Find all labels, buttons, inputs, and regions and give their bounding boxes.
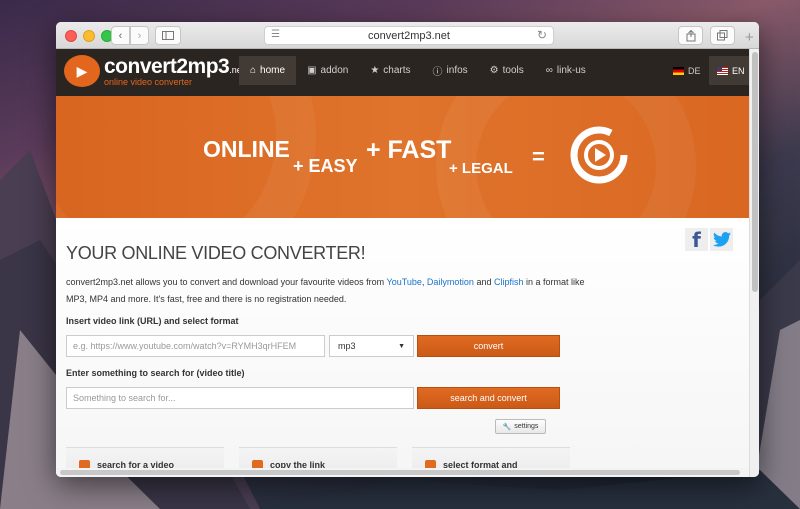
banner-play-logo-icon	[570, 126, 628, 184]
home-icon: ⌂	[250, 65, 257, 76]
site-logo[interactable]: ▶ convert2mp3.net online video converter	[64, 55, 244, 87]
share-icon	[686, 29, 695, 41]
twitter-icon[interactable]	[710, 228, 733, 251]
dropdown-arrow-icon: ▼	[398, 342, 405, 350]
site-navbar: ▶ convert2mp3.net online video converter…	[56, 49, 749, 96]
logo-tagline: online video converter	[104, 76, 193, 87]
convert-button[interactable]: convert	[417, 335, 560, 357]
info-icon: ⓘ	[432, 67, 443, 78]
format-value: mp3	[338, 341, 356, 351]
menu-item-addon[interactable]: ▣ addon	[296, 56, 359, 85]
intro-text: convert2mp3.net allows you to convert an…	[66, 277, 585, 304]
page-title: YOUR ONLINE VIDEO CONVERTER!	[66, 243, 366, 263]
clipfish-link[interactable]: Clipfish	[494, 277, 524, 287]
url-text: convert2mp3.net	[368, 29, 450, 42]
main-content: f YOUR ONLINE VIDEO CONVERTER! convert2m…	[56, 218, 749, 477]
menu-item-link-us[interactable]: ∞ link-us	[535, 56, 597, 85]
social-links: f	[685, 228, 733, 252]
address-bar[interactable]: ☰ convert2mp3.net ↻	[264, 26, 554, 45]
language-en[interactable]: EN	[709, 56, 749, 85]
sidebar-icon	[162, 31, 174, 40]
dailymotion-link[interactable]: Dailymotion	[427, 277, 474, 287]
us-flag-icon	[717, 66, 728, 75]
minimize-window-button[interactable]	[83, 30, 95, 42]
search-and-convert-button[interactable]: search and convert	[417, 387, 560, 409]
browser-window: ‹ › ☰ convert2mp3.net ↻ + ▶ convert2mp3.…	[56, 22, 759, 477]
reload-icon[interactable]: ↻	[537, 28, 547, 42]
youtube-link[interactable]: YouTube	[387, 277, 422, 287]
addon-icon: ▣	[307, 65, 317, 76]
banner-easy: + EASY	[293, 156, 358, 176]
play-logo-icon: ▶	[64, 55, 100, 87]
banner-equals: =	[532, 144, 545, 169]
settings-button[interactable]: 🔧 settings	[495, 419, 546, 434]
search-label: Enter something to search for (video tit…	[66, 368, 245, 378]
horizontal-scroll-thumb[interactable]	[60, 470, 740, 475]
banner-online: ONLINE	[203, 136, 290, 162]
back-button[interactable]: ‹	[111, 26, 130, 45]
menu-item-charts[interactable]: ★ charts	[359, 56, 421, 85]
search-input[interactable]: Something to search for...	[66, 387, 414, 409]
url-label: Insert video link (URL) and select forma…	[66, 316, 239, 326]
banner-legal: + LEGAL	[449, 160, 513, 177]
share-button[interactable]	[678, 26, 703, 45]
facebook-icon[interactable]: f	[685, 228, 708, 252]
tab-overview-button[interactable]	[710, 26, 735, 45]
hero-banner: ONLINE + EASY + FAST + LEGAL =	[56, 96, 749, 218]
vertical-scrollbar[interactable]	[749, 49, 759, 477]
gear-icon: ⚙	[489, 65, 499, 76]
german-flag-icon	[673, 66, 684, 75]
webpage: ▶ convert2mp3.net online video converter…	[56, 49, 749, 477]
horizontal-scrollbar[interactable]	[56, 468, 749, 477]
menu-item-home[interactable]: ⌂ home	[239, 56, 297, 85]
new-tab-button[interactable]: +	[745, 29, 754, 46]
star-icon: ★	[370, 65, 380, 76]
vertical-scroll-thumb[interactable]	[752, 52, 758, 292]
wrench-icon: 🔧	[502, 423, 512, 431]
banner-fast: + FAST	[366, 136, 452, 164]
title-bar: ‹ › ☰ convert2mp3.net ↻ +	[56, 22, 759, 49]
close-window-button[interactable]	[65, 30, 77, 42]
sidebar-toggle-button[interactable]	[155, 26, 181, 45]
format-select[interactable]: mp3 ▼	[329, 335, 414, 357]
reader-icon[interactable]: ☰	[271, 29, 280, 40]
link-icon: ∞	[545, 65, 553, 76]
logo-name: convert2mp3	[104, 54, 230, 78]
tabs-icon	[717, 30, 728, 41]
menu-item-infos[interactable]: ⓘ infos	[422, 56, 479, 85]
language-de[interactable]: DE	[665, 56, 709, 85]
menu-item-tools[interactable]: ⚙ tools	[479, 56, 535, 85]
video-url-input[interactable]: e.g. https://www.youtube.com/watch?v=RYM…	[66, 335, 325, 357]
main-menu: ⌂ home ▣ addon ★ charts ⓘ infos ⚙ tools ∞ link…	[239, 56, 597, 85]
forward-button[interactable]: ›	[130, 26, 149, 45]
